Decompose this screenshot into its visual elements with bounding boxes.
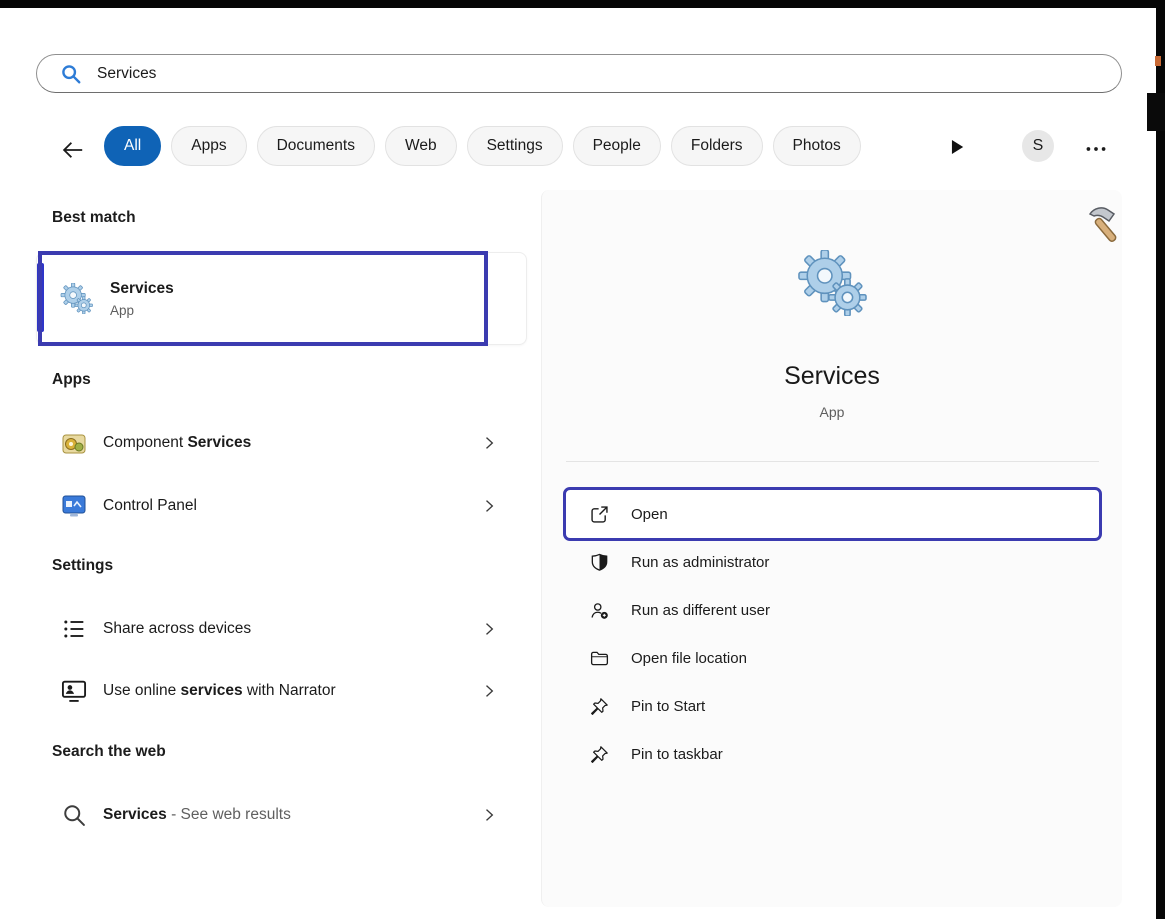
action-label: Pin to Start <box>631 698 705 715</box>
tab-all[interactable]: All <box>104 126 161 166</box>
label-pre: Control Panel <box>103 497 197 514</box>
tab-folders[interactable]: Folders <box>671 126 763 166</box>
search-input-value: Services <box>97 65 156 83</box>
preview-panel: Services App Open Run as administrator R… <box>541 190 1122 907</box>
best-match-item-services[interactable]: Services App <box>36 252 527 345</box>
chevron-right-icon[interactable] <box>479 433 499 453</box>
result-label: Services - See web results <box>103 806 291 824</box>
action-label: Pin to taskbar <box>631 746 723 763</box>
action-label: Run as administrator <box>631 554 769 571</box>
tab-apps[interactable]: Apps <box>171 126 246 166</box>
component-services-icon <box>60 429 88 457</box>
label-pre: Use online <box>103 682 181 699</box>
result-share-across-devices[interactable]: Share across devices <box>36 606 527 652</box>
label-bold: Services <box>187 434 251 451</box>
apps-heading: Apps <box>52 371 91 389</box>
share-across-devices-icon <box>60 615 88 643</box>
windows-search-flyout: Services All Apps Documents Web Settings… <box>0 8 1156 919</box>
tabs-overflow-button[interactable] <box>944 134 970 160</box>
action-pin-to-start[interactable]: Pin to Start <box>566 682 1099 730</box>
search-input[interactable]: Services <box>36 54 1122 93</box>
result-label: Component Services <box>103 434 251 452</box>
result-web-services[interactable]: Services - See web results <box>36 792 527 838</box>
result-component-services[interactable]: Component Services <box>36 420 527 466</box>
label-pre: Component <box>103 434 187 451</box>
overflow-menu-button[interactable] <box>1080 133 1112 165</box>
filter-tabs: All Apps Documents Web Settings People F… <box>104 126 861 166</box>
result-label: Control Panel <box>103 497 197 515</box>
back-arrow-icon <box>60 137 86 163</box>
screen-edge-marker <box>1155 56 1161 66</box>
account-avatar[interactable]: S <box>1022 130 1054 162</box>
action-label: Run as different user <box>631 602 770 619</box>
label-post: - See web results <box>167 806 291 823</box>
chevron-right-icon[interactable] <box>479 805 499 825</box>
action-run-as-administrator[interactable]: Run as administrator <box>566 538 1099 586</box>
chevron-right-icon[interactable] <box>479 496 499 516</box>
pin-start-icon <box>589 696 610 717</box>
best-match-subtitle: App <box>110 303 174 318</box>
action-run-as-different-user[interactable]: Run as different user <box>566 586 1099 634</box>
screen-edge-notch <box>1147 93 1165 131</box>
selection-accent-bar <box>37 263 44 332</box>
run-admin-icon <box>589 552 610 573</box>
result-control-panel[interactable]: Control Panel <box>36 483 527 529</box>
screen: Services All Apps Documents Web Settings… <box>0 0 1165 919</box>
play-triangle-icon <box>948 138 966 156</box>
action-pin-to-taskbar[interactable]: Pin to taskbar <box>566 730 1099 778</box>
services-icon <box>59 283 95 314</box>
action-label: Open <box>631 506 668 523</box>
tab-web[interactable]: Web <box>385 126 457 166</box>
result-narrator-services[interactable]: Use online services with Narrator <box>36 668 527 714</box>
preview-title: Services <box>542 362 1122 391</box>
hammer-cursor-icon <box>1082 200 1130 248</box>
open-icon <box>589 504 610 525</box>
best-match-text: Services App <box>110 280 174 318</box>
chevron-right-icon[interactable] <box>479 681 499 701</box>
search-icon <box>60 63 82 85</box>
control-panel-icon <box>60 492 88 520</box>
tab-settings[interactable]: Settings <box>467 126 563 166</box>
action-open-file-location[interactable]: Open file location <box>566 634 1099 682</box>
pin-taskbar-icon <box>589 744 610 765</box>
label-pre: Share across devices <box>103 620 251 637</box>
best-match-heading: Best match <box>52 209 136 227</box>
label-bold: services <box>181 682 243 699</box>
web-search-icon <box>60 801 88 829</box>
run-user-icon <box>589 600 610 621</box>
action-label: Open file location <box>631 650 747 667</box>
services-icon-large <box>795 250 871 316</box>
label-bold: Services <box>103 806 167 823</box>
label-post: with Narrator <box>243 682 336 699</box>
preview-subtitle: App <box>542 404 1122 420</box>
settings-heading: Settings <box>52 557 113 575</box>
result-label: Share across devices <box>103 620 251 638</box>
chevron-right-icon[interactable] <box>479 619 499 639</box>
file-location-icon <box>589 648 610 669</box>
narrator-icon <box>60 677 88 705</box>
tab-people[interactable]: People <box>573 126 661 166</box>
best-match-title: Services <box>110 280 174 298</box>
ellipsis-icon <box>1083 136 1109 162</box>
tab-photos[interactable]: Photos <box>773 126 861 166</box>
result-label: Use online services with Narrator <box>103 682 336 700</box>
divider <box>566 461 1099 462</box>
action-open[interactable]: Open <box>566 490 1099 538</box>
back-button[interactable] <box>56 133 90 167</box>
search-the-web-heading: Search the web <box>52 743 166 761</box>
tab-documents[interactable]: Documents <box>257 126 375 166</box>
